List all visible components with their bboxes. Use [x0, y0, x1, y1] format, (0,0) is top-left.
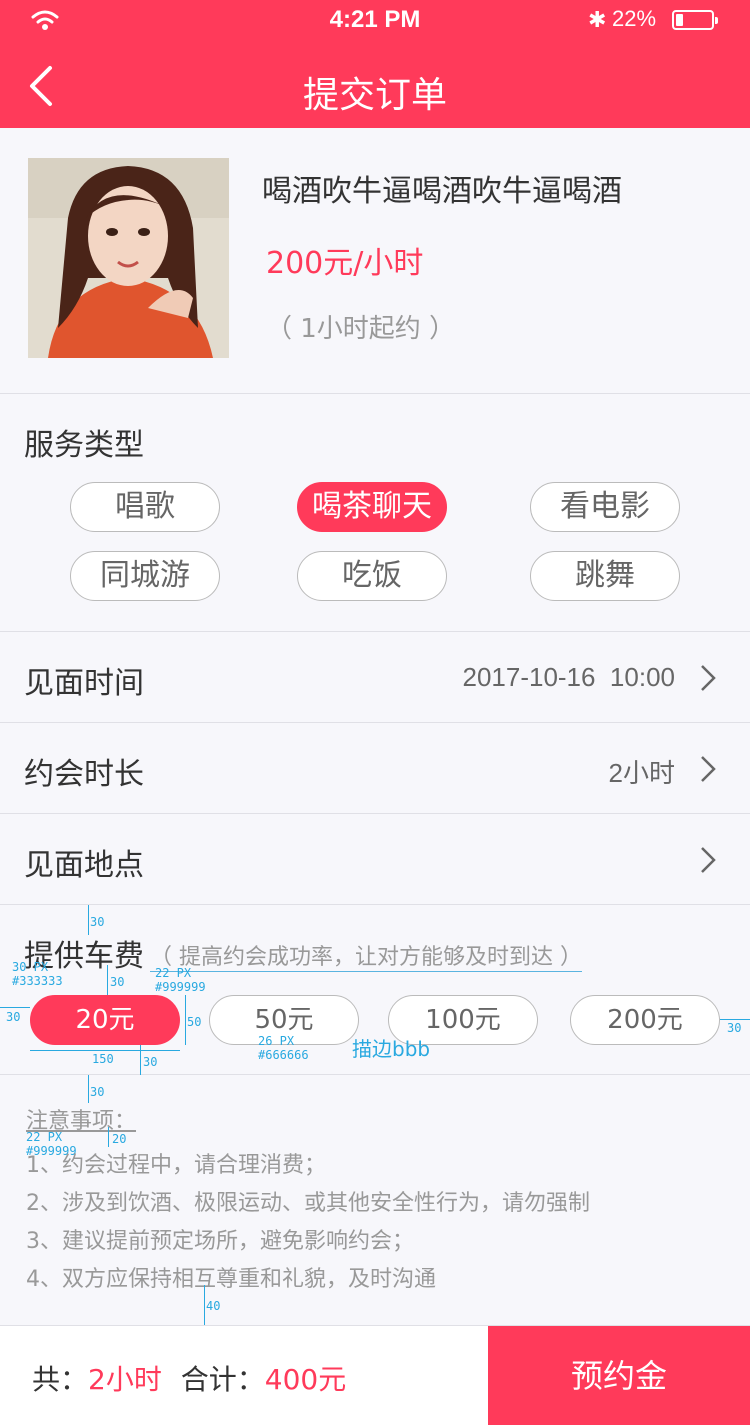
spec-annotation: 30	[727, 1021, 742, 1035]
service-option-tea-chat[interactable]: 喝茶聊天	[297, 482, 447, 532]
sum-value: 400元	[264, 1363, 347, 1396]
location-label: 见面地点	[24, 848, 144, 883]
footer-bar: 共：2小时 合计：400元 预约金	[0, 1325, 750, 1425]
spec-annotation: 30 PX	[12, 960, 49, 974]
service-option-dinner[interactable]: 吃饭	[297, 551, 447, 601]
deposit-button[interactable]: 预约金	[488, 1326, 750, 1425]
fee-section: 提供车费 （ 提高约会成功率，让对方能够及时到达 ） 20元 50元 100元 …	[0, 905, 750, 1075]
spec-guide	[108, 1127, 109, 1147]
product-price: 200元/小时	[266, 246, 424, 281]
spec-guide	[140, 1045, 141, 1075]
duration-label: 约会时长	[24, 757, 144, 792]
spec-guide	[88, 1075, 89, 1103]
product-photo	[28, 158, 229, 358]
service-type-label: 服务类型	[24, 428, 144, 463]
spec-guide	[720, 1019, 750, 1020]
spec-annotation: 30	[143, 1055, 158, 1069]
fee-option-200[interactable]: 200元	[570, 995, 720, 1045]
order-summary: 共：2小时 合计：400元	[32, 1358, 346, 1398]
spec-guide	[0, 1007, 30, 1008]
location-row[interactable]: 见面地点	[0, 814, 750, 905]
total-label: 共：	[32, 1363, 89, 1396]
spec-annotation: 150	[92, 1052, 114, 1066]
notes-item: 4、双方应保持相互尊重和礼貌，及时沟通	[26, 1267, 436, 1292]
spec-annotation: 50	[187, 1015, 202, 1029]
service-option-sing[interactable]: 唱歌	[70, 482, 220, 532]
duration-row[interactable]: 约会时长 2小时	[0, 723, 750, 814]
minimum-duration: （ 1小时起约 ）	[266, 314, 456, 344]
status-bar: 4:21 PM ✱ 22%	[0, 0, 750, 44]
spec-annotation: #999999	[155, 980, 206, 994]
spec-guide	[185, 995, 186, 1045]
chevron-right-icon	[701, 847, 716, 873]
spec-annotation: 20	[112, 1132, 127, 1146]
chevron-right-icon	[701, 756, 716, 782]
spec-annotation: 描边bbb	[352, 1037, 431, 1061]
chevron-right-icon	[701, 665, 716, 691]
spec-guide	[30, 1050, 180, 1051]
spec-annotation: 22 PX	[26, 1130, 63, 1144]
spec-guide	[107, 965, 108, 995]
notes-item: 2、涉及到饮酒、极限运动、或其他安全性行为，请勿强制	[26, 1191, 590, 1216]
notes-item: 1、约会过程中，请合理消费；	[26, 1153, 326, 1178]
notes-item: 3、建议提前预定场所，避免影响约会；	[26, 1229, 414, 1254]
spec-annotation: #666666	[258, 1048, 309, 1062]
spec-annotation: 26 PX	[258, 1034, 295, 1048]
sum-label: 合计：	[180, 1363, 265, 1396]
service-option-movie[interactable]: 看电影	[530, 482, 680, 532]
product-card: 喝酒吹牛逼喝酒吹牛逼喝酒 200元/小时 （ 1小时起约 ）	[0, 128, 750, 394]
spec-annotation: 30	[6, 1010, 21, 1024]
spec-annotation: 22 PX	[155, 966, 192, 980]
duration-value: 2小时	[608, 758, 675, 788]
service-option-city-tour[interactable]: 同城游	[70, 551, 220, 601]
bluetooth-icon: ✱	[588, 8, 607, 33]
product-name: 喝酒吹牛逼喝酒吹牛逼喝酒	[262, 174, 622, 209]
meeting-time-label: 见面时间	[24, 666, 144, 701]
battery-percent: 22%	[612, 6, 657, 31]
spec-annotation: 30	[90, 1085, 105, 1099]
nav-bar: 提交订单	[0, 44, 750, 128]
spec-annotation: 30	[90, 915, 105, 929]
page-title: 提交订单	[302, 75, 447, 116]
spec-annotation: #333333	[12, 974, 63, 988]
spec-annotation: 30	[110, 975, 125, 989]
spec-annotation: 40	[206, 1299, 221, 1313]
spec-guide	[204, 1285, 205, 1325]
meeting-time-row[interactable]: 见面时间 2017-10-16 10:00	[0, 632, 750, 723]
meeting-time-value: 2017-10-16 10:00	[462, 662, 675, 692]
battery-icon	[672, 10, 718, 30]
service-type-section: 服务类型 唱歌 喝茶聊天 看电影 同城游 吃饭 跳舞	[0, 394, 750, 632]
spec-guide	[88, 905, 89, 935]
service-option-dance[interactable]: 跳舞	[530, 551, 680, 601]
fee-option-20[interactable]: 20元	[30, 995, 180, 1045]
fee-hint: （ 提高约会成功率，让对方能够及时到达 ）	[150, 939, 582, 972]
total-hours: 2小时	[88, 1363, 162, 1396]
notes-section: 30 注意事项： 22 PX #999999 20 1、约会过程中，请合理消费；…	[0, 1075, 750, 1325]
